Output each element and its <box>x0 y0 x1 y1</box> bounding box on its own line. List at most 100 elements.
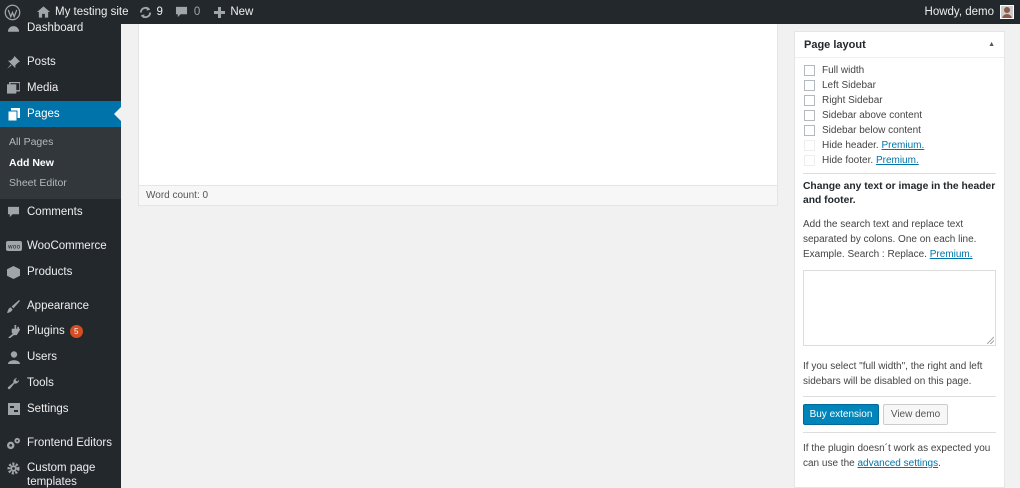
sidebar-above-label: Sidebar above content <box>822 110 923 121</box>
hide-footer-premium-link[interactable]: Premium. <box>876 155 919 166</box>
pushpin-icon <box>0 55 27 69</box>
admin-bar: My testing site 9 0 New Howdy, demo <box>0 0 1020 24</box>
full-width-label: Full width <box>822 65 865 76</box>
sidebar-above-checkbox[interactable] <box>804 110 815 121</box>
option-right-sidebar: Right Sidebar <box>804 95 883 106</box>
menu-media[interactable]: Media <box>0 79 121 97</box>
menu-users[interactable]: Users <box>0 348 121 366</box>
menu-comments[interactable]: Comments <box>0 203 121 221</box>
menu-products-label: Products <box>27 266 73 278</box>
updates-link[interactable]: 9 <box>135 0 169 24</box>
divider <box>803 396 996 397</box>
sidebar-below-checkbox[interactable] <box>804 125 815 136</box>
view-demo-button[interactable]: View demo <box>883 404 948 425</box>
menu-users-label: Users <box>27 351 58 363</box>
home-icon <box>37 6 50 18</box>
right-sidebar-label: Right Sidebar <box>822 95 883 106</box>
comment-icon <box>0 206 27 218</box>
left-sidebar-label: Left Sidebar <box>822 80 876 91</box>
submenu-sheet-editor[interactable]: Sheet Editor <box>9 177 67 189</box>
advanced-settings-link[interactable]: advanced settings <box>858 458 939 469</box>
menu-frontend-editors-label: Frontend Editors <box>27 437 113 449</box>
menu-posts[interactable]: Posts <box>0 53 121 71</box>
left-sidebar-checkbox[interactable] <box>804 80 815 91</box>
user-icon <box>0 350 27 364</box>
menu-plugins-label: Plugins <box>27 325 65 337</box>
hide-header-premium-link[interactable]: Premium. <box>882 140 925 151</box>
content-editor[interactable]: Word count: 0 <box>138 24 778 206</box>
menu-tools[interactable]: Tools <box>0 374 121 392</box>
plugin-help: If the plugin doesn´t work as expected y… <box>803 441 998 471</box>
menu-pages[interactable]: Pages <box>0 101 121 127</box>
gear-icon <box>0 461 27 475</box>
search-replace-premium-link[interactable]: Premium. <box>930 249 973 260</box>
comment-bubble-icon <box>175 6 188 18</box>
right-sidebar-checkbox[interactable] <box>804 95 815 106</box>
page-layout-title: Page layout <box>804 38 866 51</box>
divider <box>803 173 996 174</box>
divider <box>803 432 996 433</box>
pages-icon <box>0 107 27 121</box>
change-text-heading: Change any text or image in the header a… <box>803 181 996 206</box>
menu-dashboard[interactable]: Dashboard <box>0 20 121 36</box>
menu-tools-label: Tools <box>27 377 54 389</box>
updates-count: 9 <box>156 6 163 18</box>
option-sidebar-above: Sidebar above content <box>804 110 922 121</box>
buy-extension-button[interactable]: Buy extension <box>803 404 879 425</box>
search-replace-textarea[interactable] <box>803 270 996 346</box>
dashboard-icon <box>0 23 27 33</box>
my-account-link[interactable]: Howdy, demo <box>919 0 1020 24</box>
plugin-help-period: . <box>938 458 941 469</box>
page-layout-header[interactable]: Page layout ▲ <box>795 32 1004 58</box>
option-sidebar-below: Sidebar below content <box>804 125 921 136</box>
menu-comments-label: Comments <box>27 206 83 218</box>
editor-status-bar: Word count: 0 <box>139 185 777 205</box>
word-count: Word count: 0 <box>146 190 209 201</box>
menu-dashboard-label: Dashboard <box>27 22 84 34</box>
page-layout-metabox: Page layout ▲ Full width Left Sidebar Ri… <box>794 31 1005 488</box>
hide-footer-label: Hide footer. <box>822 155 874 166</box>
menu-plugins[interactable]: Plugins 5 <box>0 322 121 340</box>
menu-appearance-label: Appearance <box>27 300 90 312</box>
plus-icon <box>214 6 226 18</box>
box-icon <box>0 265 27 279</box>
menu-appearance[interactable]: Appearance <box>0 297 121 315</box>
cogs-icon <box>0 437 27 450</box>
plug-icon <box>0 324 27 338</box>
menu-pages-label: Pages <box>27 108 60 120</box>
plugins-update-badge: 5 <box>69 324 83 338</box>
menu-woocommerce-label: WooCommerce <box>27 240 107 252</box>
option-hide-footer: Hide footer. Premium. <box>804 155 919 166</box>
svg-text:woo: woo <box>7 244 20 251</box>
refresh-icon <box>139 6 152 19</box>
new-label: New <box>230 6 254 18</box>
menu-media-label: Media <box>27 82 59 94</box>
collapse-arrow-icon[interactable]: ▲ <box>988 41 995 48</box>
full-width-checkbox[interactable] <box>804 65 815 76</box>
avatar <box>1000 5 1014 19</box>
menu-custom-page-templates-label: Custom page templates <box>27 461 95 488</box>
menu-settings-label: Settings <box>27 403 69 415</box>
full-width-note: If you select "full width", the right an… <box>803 361 983 387</box>
wrench-icon <box>0 377 27 390</box>
comments-count: 0 <box>193 6 201 18</box>
menu-products[interactable]: Products <box>0 263 121 281</box>
menu-custom-page-templates[interactable]: Custom page templates <box>0 461 121 488</box>
resize-handle-icon[interactable] <box>987 337 994 344</box>
site-name: My testing site <box>55 6 129 18</box>
comments-link[interactable]: 0 <box>169 0 206 24</box>
menu-settings[interactable]: Settings <box>0 400 121 418</box>
settings-icon <box>0 403 27 415</box>
hide-header-label: Hide header. <box>822 140 879 151</box>
menu-frontend-editors[interactable]: Frontend Editors <box>0 434 121 452</box>
submenu-all-pages[interactable]: All Pages <box>9 136 53 148</box>
pages-submenu: All Pages Add New Sheet Editor <box>0 127 121 199</box>
paintbrush-icon <box>0 299 27 313</box>
search-replace-instructions: Add the search text and replace text sep… <box>803 217 998 262</box>
menu-woocommerce[interactable]: woo WooCommerce <box>0 237 121 255</box>
submenu-add-new[interactable]: Add New <box>9 157 54 169</box>
hide-header-checkbox <box>804 140 815 151</box>
new-content-link[interactable]: New <box>206 0 259 24</box>
option-hide-header: Hide header. Premium. <box>804 140 924 151</box>
custom-page-templates-line1: Custom page <box>27 462 96 474</box>
